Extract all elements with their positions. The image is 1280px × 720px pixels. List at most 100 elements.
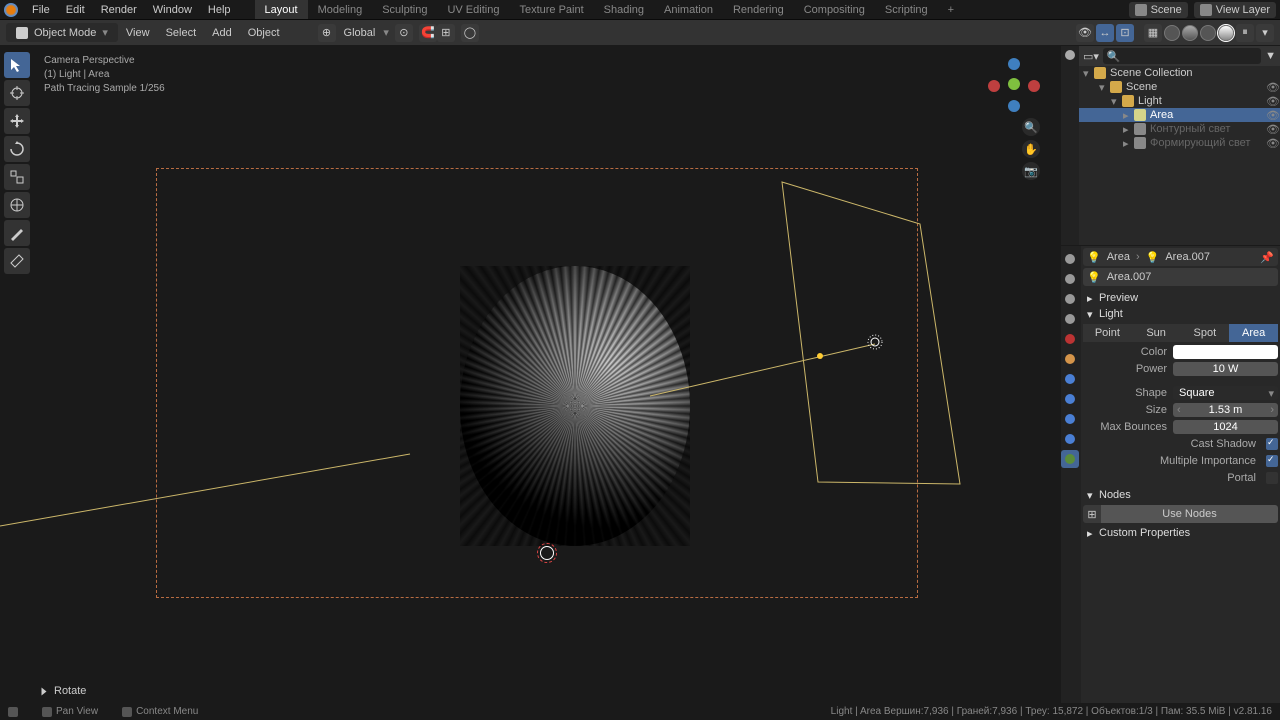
shading-matprev[interactable] [1200,25,1216,41]
viewport-3d[interactable]: Camera Perspective (1) Light | Area Path… [0,46,1060,703]
tab-layout[interactable]: Layout [255,0,308,19]
snap-target[interactable]: ⊞ [437,24,455,42]
proportional-edit[interactable]: ◯ [461,24,479,42]
tab-sculpting[interactable]: Sculpting [372,0,437,19]
gizmo-toggle[interactable]: ↔ [1096,24,1114,42]
nav-pan[interactable]: ✋ [1022,140,1040,158]
navigation-gizmo[interactable] [984,54,1044,114]
panel-nodes[interactable]: ▾Nodes [1083,487,1278,503]
prop-tab-output[interactable] [1061,270,1079,288]
size-field[interactable]: ‹1.53 m› [1173,403,1278,417]
portal-checkbox[interactable] [1266,472,1278,484]
eye-icon[interactable]: 👁 [1266,123,1276,136]
pin-icon[interactable]: 📌 [1260,251,1274,264]
tab-texpaint[interactable]: Texture Paint [509,0,593,19]
tab-add[interactable]: + [938,0,964,19]
tool-measure[interactable] [4,248,30,274]
orientation-icon[interactable]: ⊕ [318,24,336,42]
outliner-editor-type[interactable] [1061,46,1079,64]
menu-edit[interactable]: Edit [58,4,93,16]
prop-tab-data[interactable] [1061,450,1079,468]
prop-tab-viewlayer[interactable] [1061,290,1079,308]
shading-rendered[interactable] [1218,25,1234,41]
datablock-name[interactable]: Area.007 [1107,271,1274,283]
outliner-root[interactable]: ▾ Scene Collection [1079,66,1280,80]
prop-tab-object[interactable] [1061,350,1079,368]
xray-toggle[interactable]: ▦ [1144,24,1162,42]
eye-icon[interactable]: 👁 [1266,137,1276,150]
last-operator[interactable]: Rotate [40,685,86,697]
tool-cursor[interactable] [4,80,30,106]
tab-scripting[interactable]: Scripting [875,0,938,19]
nav-zoom[interactable]: 🔍 [1022,118,1040,136]
menu-view[interactable]: View [118,27,158,39]
pause-render[interactable]: ⏸ [1236,24,1254,42]
tool-annotate[interactable] [4,220,30,246]
panel-preview[interactable]: ▸Preview [1083,290,1278,306]
tab-compositing[interactable]: Compositing [794,0,875,19]
tool-rotate[interactable] [4,136,30,162]
panel-custom-props[interactable]: ▸Custom Properties [1083,525,1278,541]
tool-transform[interactable] [4,192,30,218]
pivot-icon[interactable]: ⊙ [395,24,413,42]
menu-window[interactable]: Window [145,4,200,16]
use-nodes-button[interactable]: Use Nodes [1101,505,1278,523]
shading-wire[interactable] [1164,25,1180,41]
eye-icon[interactable]: 👁 [1266,109,1276,122]
outliner-item[interactable]: ▾ Scene 👁 [1079,80,1280,94]
prop-tab-render[interactable] [1061,250,1079,268]
tab-rendering[interactable]: Rendering [723,0,794,19]
mouse-icon [8,707,18,717]
outliner-item[interactable]: ▸ Контурный свет 👁 [1079,122,1280,136]
tool-scale[interactable] [4,164,30,190]
power-field[interactable]: 10 W [1173,362,1278,376]
bounces-field[interactable]: 1024 [1173,420,1278,434]
visibility-filter[interactable]: 👁 [1076,24,1094,42]
mode-select[interactable]: Object Mode ▾ [6,23,118,42]
prop-tab-physics[interactable] [1061,410,1079,428]
tab-modeling[interactable]: Modeling [308,0,373,19]
menu-file[interactable]: File [24,4,58,16]
eye-icon[interactable]: 👁 [1266,81,1276,94]
tab-shading[interactable]: Shading [594,0,654,19]
nav-camera[interactable]: 📷 [1022,162,1040,180]
light-type-spot[interactable]: Spot [1181,324,1230,342]
tool-select[interactable] [4,52,30,78]
tab-animation[interactable]: Animation [654,0,723,19]
prop-tab-scene[interactable] [1061,310,1079,328]
prop-tab-modifiers[interactable] [1061,370,1079,388]
viewlayer-selector[interactable]: View Layer [1194,2,1276,18]
nodes-icon: ⊞ [1083,505,1101,523]
prop-tab-constraints[interactable] [1061,430,1079,448]
outliner-display-mode[interactable]: ▭▾ [1083,50,1099,63]
menu-object[interactable]: Object [240,27,288,39]
menu-select[interactable]: Select [158,27,205,39]
tab-uv[interactable]: UV Editing [437,0,509,19]
color-swatch[interactable] [1173,345,1278,359]
outliner-item[interactable]: ▾ Light 👁 [1079,94,1280,108]
prop-tab-particles[interactable] [1061,390,1079,408]
outliner-item[interactable]: ▸ Формирующий свет 👁 [1079,136,1280,150]
prop-tab-world[interactable] [1061,330,1079,348]
outliner-item-selected[interactable]: ▸ Area 👁 [1079,108,1280,122]
shape-select[interactable]: Square▾ [1173,386,1278,400]
outliner-search[interactable]: 🔍 [1103,48,1261,64]
outliner-filter[interactable]: ▼ [1265,50,1276,62]
overlays-toggle[interactable]: ⊡ [1116,24,1134,42]
menu-help[interactable]: Help [200,4,239,16]
eye-icon[interactable]: 👁 [1266,95,1276,108]
light-type-area[interactable]: Area [1229,324,1278,342]
shading-solid[interactable] [1182,25,1198,41]
multi-importance-checkbox[interactable] [1266,455,1278,467]
shading-popover[interactable]: ▾ [1256,24,1274,42]
menu-add[interactable]: Add [204,27,240,39]
snap-toggle[interactable]: 🧲 [419,24,437,42]
light-type-point[interactable]: Point [1083,324,1132,342]
scene-selector[interactable]: Scene [1129,2,1188,18]
panel-light[interactable]: ▾Light [1083,306,1278,322]
cast-shadow-checkbox[interactable] [1266,438,1278,450]
tool-move[interactable] [4,108,30,134]
menu-render[interactable]: Render [93,4,145,16]
orientation-select[interactable]: Global [336,27,384,39]
light-type-sun[interactable]: Sun [1132,324,1181,342]
